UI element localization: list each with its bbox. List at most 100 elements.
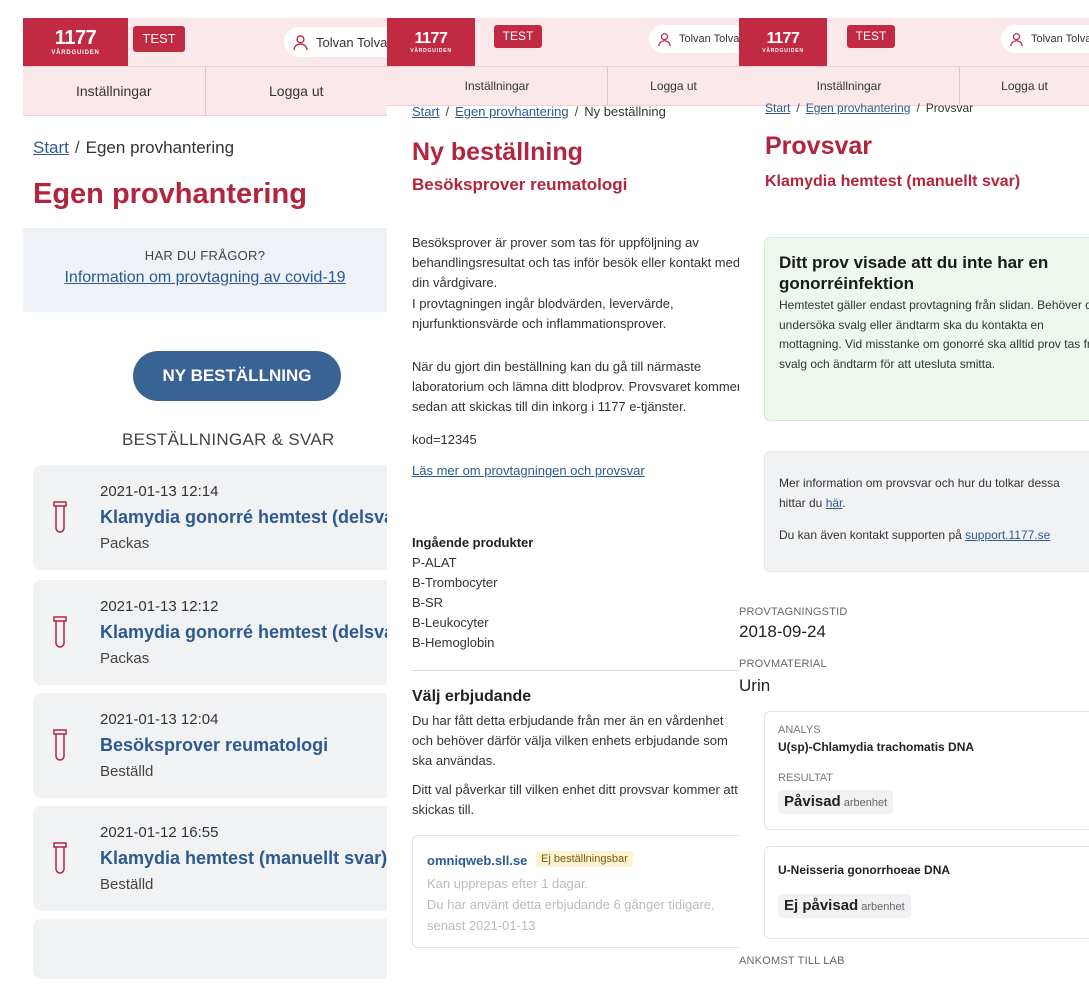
- offer-repeat-text: Kan upprepas efter 1 dagar.: [427, 876, 589, 891]
- order-status: Beställd: [100, 876, 154, 893]
- breadcrumb-current: Ny beställning: [584, 104, 666, 119]
- screen-ny-bestallning: 1177 VÅRDGUIDEN TEST Tolvan Tolvansson I…: [387, 0, 739, 989]
- intro-paragraph: Besöksprover är prover som tas för uppfö…: [412, 235, 739, 290]
- arrival-label: ANKOMST TILL LAB: [739, 955, 845, 967]
- test-tube-icon: [53, 729, 67, 761]
- order-card[interactable]: 2021-01-12 16:55 Klamydia hemtest (manue…: [33, 806, 387, 911]
- logo[interactable]: 1177 VÅRDGUIDEN: [739, 18, 827, 66]
- code-text: kod=12345: [412, 432, 477, 447]
- here-link[interactable]: här: [826, 496, 843, 510]
- questions-heading: HAR DU FRÅGOR?: [144, 248, 266, 263]
- covid-info-link[interactable]: Information om provtagning av covid-19: [23, 269, 387, 287]
- order-card[interactable]: 2021-01-13 12:14 Klamydia gonorré hemtes…: [33, 465, 387, 570]
- sample-time-label: PROVTAGNINGSTID: [739, 606, 848, 618]
- order-date: 2021-01-13 12:04: [100, 711, 219, 728]
- logo[interactable]: 1177 VÅRDGUIDEN: [23, 18, 128, 66]
- analysis-name: U(sp)-Chlamydia trachomatis DNA: [778, 740, 975, 754]
- user-icon: [658, 32, 671, 46]
- orders-heading: BESTÄLLNINGAR & SVAR: [122, 430, 335, 449]
- result-value: Ej påvisad: [784, 897, 859, 914]
- user-icon: [1010, 32, 1023, 46]
- logout-link[interactable]: Logga ut: [959, 67, 1089, 105]
- settings-link[interactable]: Inställningar: [739, 67, 959, 105]
- result-summary-box: Ditt prov visade att du inte har en gono…: [764, 237, 1089, 421]
- breadcrumb-start[interactable]: Start: [412, 104, 439, 119]
- settings-link[interactable]: Inställningar: [23, 67, 205, 115]
- offer-card[interactable]: omniqweb.sll.se Ej beställningsbar Kan u…: [412, 835, 739, 948]
- product-item: B-Leukocyter: [412, 615, 489, 630]
- user-menu[interactable]: Tolvan Tolvansson: [649, 25, 739, 53]
- result-heading: Ditt prov visade att du inte har en gono…: [779, 253, 1049, 293]
- offer-last-used-text: senast 2021-01-13: [427, 918, 536, 933]
- breadcrumb-current: Egen provhantering: [85, 138, 235, 157]
- sample-material-value: Urin: [739, 676, 771, 695]
- order-card[interactable]: 2021-01-13 12:12 Klamydia gonorré hemtes…: [33, 580, 387, 685]
- result-pill: Påvisad arbenhet: [778, 790, 894, 814]
- logo[interactable]: 1177 VÅRDGUIDEN: [387, 18, 475, 66]
- analysis-card: U-Neisseria gonorrhoeae DNA Ej påvisad ar…: [764, 846, 1089, 939]
- screen-provsvar: 1177 VÅRDGUIDEN TEST Tolvan Tolvansson I…: [739, 0, 1089, 989]
- settings-link[interactable]: Inställningar: [387, 67, 607, 105]
- user-menu[interactable]: Tolvan Tolvansson: [1001, 25, 1089, 53]
- breadcrumb-start[interactable]: Start: [33, 138, 69, 157]
- offer-usage-text: Du har använt detta erbjudande 6 gånger …: [427, 897, 715, 912]
- order-name[interactable]: Klamydia gonorré hemtest (delsvar): [100, 622, 387, 643]
- product-item: B-Hemoglobin: [412, 635, 495, 650]
- screen-egen-provhantering: 1177 VÅRDGUIDEN TEST Tolvan Tolvansson I…: [0, 0, 387, 989]
- divider: [412, 670, 739, 671]
- order-card[interactable]: 2021-01-13 12:04 Besöksprover reumatolog…: [33, 693, 387, 798]
- order-date: 2021-01-13 12:14: [100, 483, 219, 500]
- analysis-card: ANALYS U(sp)-Chlamydia trachomatis DNA R…: [764, 711, 1089, 830]
- result-label: RESULTAT: [778, 772, 834, 784]
- result-unit: arbenhet: [861, 901, 905, 913]
- breadcrumb: Start / Egen provhantering: [33, 138, 235, 157]
- sub-nav: Inställningar Logga ut: [23, 66, 387, 116]
- order-status: Packas: [100, 650, 150, 667]
- product-item: P-ALAT: [412, 555, 457, 570]
- sub-nav: Inställningar Logga ut: [739, 66, 1089, 106]
- order-status: Packas: [100, 535, 150, 552]
- more-info-box: Mer information om provsvar och hur du t…: [764, 451, 1089, 572]
- breadcrumb: Start / Egen provhantering / Provsvar: [765, 101, 974, 115]
- read-more-link[interactable]: Läs mer om provtagningen och provsvar: [412, 463, 645, 478]
- test-tube-icon: [53, 842, 67, 874]
- order-name[interactable]: Klamydia gonorré hemtest (delsvar): [100, 507, 387, 528]
- instructions-paragraph: När du gjort din beställning kan du gå t…: [412, 359, 739, 414]
- more-info-text: Mer information om provsvar och hur du t…: [779, 476, 1060, 490]
- user-name: Tolvan Tolvansson: [316, 34, 387, 50]
- breadcrumb-egen-provhantering[interactable]: Egen provhantering: [806, 101, 911, 115]
- user-name: Tolvan Tolvansson: [679, 33, 739, 45]
- products-heading: Ingående produkter: [412, 535, 534, 550]
- test-badge: TEST: [133, 26, 185, 52]
- user-icon: [293, 34, 308, 50]
- breadcrumb: Start / Egen provhantering / Ny beställning: [412, 104, 666, 119]
- order-card[interactable]: [33, 919, 387, 979]
- order-date: 2021-01-12 16:55: [100, 824, 219, 841]
- products-list: P-ALAT B-Trombocyter B-SR B-Leukocyter B…: [412, 553, 497, 653]
- breadcrumb-egen-provhantering[interactable]: Egen provhantering: [455, 104, 568, 119]
- sample-material-label: PROVMATERIAL: [739, 658, 827, 670]
- offer-name: omniqweb.sll.se: [427, 853, 528, 868]
- site-header: 1177 VÅRDGUIDEN TEST Tolvan Tolvansson: [23, 18, 387, 66]
- new-order-button[interactable]: NY BESTÄLLNING: [133, 351, 341, 401]
- test-tube-icon: [53, 616, 67, 648]
- offer-heading: Välj erbjudande: [412, 688, 532, 705]
- questions-box: HAR DU FRÅGOR? Information om provtagnin…: [23, 228, 387, 312]
- support-link[interactable]: support.1177.se: [965, 528, 1050, 542]
- logout-link[interactable]: Logga ut: [204, 67, 388, 115]
- sub-nav: Inställningar Logga ut: [387, 66, 739, 106]
- result-text: Hemtestet gäller endast provtagning från…: [779, 298, 1089, 371]
- order-name[interactable]: Klamydia hemtest (manuellt svar): [100, 848, 387, 869]
- page-title: Egen provhantering: [33, 178, 307, 210]
- more-info-text: hittar du här.: [779, 496, 846, 510]
- test-badge: TEST: [494, 25, 542, 48]
- product-item: B-Trombocyter: [412, 575, 498, 590]
- user-menu[interactable]: Tolvan Tolvansson: [284, 27, 387, 57]
- result-value: Påvisad: [784, 793, 841, 810]
- order-name[interactable]: Besöksprover reumatologi: [100, 735, 328, 756]
- support-text: Du kan även kontakt supporten på support…: [779, 528, 1051, 542]
- breadcrumb-start[interactable]: Start: [765, 101, 790, 115]
- contents-paragraph: I provtagningen ingår blodvärden, leverv…: [412, 296, 674, 331]
- logout-link[interactable]: Logga ut: [607, 67, 739, 105]
- result-unit: arbenhet: [843, 797, 888, 809]
